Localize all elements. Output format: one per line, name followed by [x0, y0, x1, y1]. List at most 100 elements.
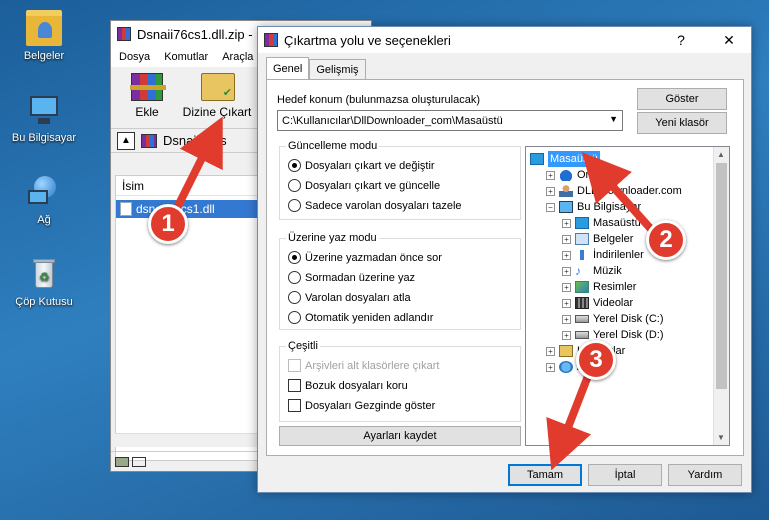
- tree-item[interactable]: + Videolar: [562, 295, 633, 311]
- desktop-icon-this-pc[interactable]: Bu Bilgisayar: [4, 92, 84, 144]
- radio-button[interactable]: [288, 199, 301, 212]
- tree-item[interactable]: + Resimler: [562, 279, 636, 295]
- desktop-icon-label: Bu Bilgisayar: [11, 132, 77, 144]
- key-icon: [132, 456, 146, 467]
- pictures-icon: [575, 281, 589, 293]
- archive-path: Dsnaii76cs: [163, 133, 227, 148]
- step-number: 1: [161, 210, 175, 237]
- destination-path-combo[interactable]: C:\Kullanıcılar\DllDownloader_com\Masaüs…: [277, 110, 623, 131]
- tab-general[interactable]: Genel: [266, 57, 310, 79]
- tree-expander[interactable]: +: [562, 234, 571, 244]
- desktop-icon-label: Çöp Kutusu: [15, 296, 73, 308]
- tree-item[interactable]: Masaüstü: [530, 151, 600, 167]
- extract-to-button-label: Dizine Çıkart: [182, 105, 252, 119]
- checkbox[interactable]: [288, 379, 301, 392]
- update-option-freshen[interactable]: Sadece varolan dosyaları tazele: [288, 199, 462, 212]
- menu-tools[interactable]: Araçla: [222, 51, 253, 63]
- show-button[interactable]: Göster: [637, 88, 727, 110]
- disk-icon: [575, 315, 589, 323]
- overwrite-mode-group: Üzerine yaz modu Üzerine yazmadan önce s…: [279, 232, 521, 330]
- save-settings-button[interactable]: Ayarları kaydet: [279, 426, 521, 446]
- recycle-bin-icon: ♻: [26, 256, 62, 292]
- tree-item-label: DLL Downloader.com: [577, 185, 682, 197]
- option-label: Arşivleri alt klasörlere çıkart: [305, 359, 440, 372]
- tree-expander[interactable]: +: [562, 298, 571, 308]
- desktop-icon-label: Belgeler: [23, 50, 65, 62]
- music-icon: ♪: [575, 264, 581, 278]
- help-button-title[interactable]: ?: [666, 29, 696, 51]
- scroll-down-icon[interactable]: ▼: [717, 433, 725, 442]
- help-button[interactable]: Yardım: [668, 464, 742, 486]
- tab-advanced[interactable]: Gelişmiş: [309, 59, 366, 79]
- menu-file[interactable]: Dosya: [119, 51, 150, 63]
- step-badge-2: 2: [646, 220, 686, 260]
- tree-vertical-scrollbar[interactable]: ▲ ▼: [713, 147, 729, 445]
- option-label: Bozuk dosyaları koru: [305, 379, 408, 392]
- tree-item[interactable]: + DLL Downloader.com: [546, 183, 682, 199]
- tree-expander[interactable]: +: [562, 282, 571, 292]
- tree-item[interactable]: + Masaüstü: [562, 215, 641, 231]
- overwrite-option-without-prompt[interactable]: Sormadan üzerine yaz: [288, 271, 415, 284]
- tree-item[interactable]: + Yerel Disk (C:): [562, 311, 664, 327]
- desktop: Belgeler Bu Bilgisayar Ağ ♻ Çöp Kutusu D…: [0, 0, 769, 520]
- tree-expander[interactable]: +: [562, 250, 571, 260]
- documents-icon: [575, 233, 589, 245]
- option-label: Dosyaları çıkart ve değiştir: [305, 159, 435, 172]
- radio-button[interactable]: [288, 251, 301, 264]
- network-icon: [26, 174, 62, 210]
- disk-icon: [575, 331, 589, 339]
- update-option-update[interactable]: Dosyaları çıkart ve güncelle: [288, 179, 440, 192]
- option-label: Sormadan üzerine yaz: [305, 271, 416, 284]
- tree-item[interactable]: + OneDrive: [546, 167, 623, 183]
- desktop-icon-documents[interactable]: Belgeler: [4, 10, 84, 62]
- overwrite-option-skip[interactable]: Varolan dosyaları atla: [288, 291, 411, 304]
- step-number: 2: [659, 226, 673, 253]
- documents-folder-icon: [26, 10, 62, 46]
- tree-expander[interactable]: −: [546, 202, 555, 212]
- tree-item[interactable]: + İndirilenler: [562, 247, 644, 263]
- radio-button[interactable]: [288, 159, 301, 172]
- cancel-button[interactable]: İptal: [588, 464, 662, 486]
- scroll-up-icon[interactable]: ▲: [717, 150, 725, 159]
- tree-item[interactable]: + Yerel Disk (D:): [562, 327, 664, 343]
- radio-button[interactable]: [288, 291, 301, 304]
- extract-to-button[interactable]: Dizine Çıkart: [179, 71, 255, 119]
- radio-button[interactable]: [288, 271, 301, 284]
- radio-button[interactable]: [288, 311, 301, 324]
- tree-expander[interactable]: +: [562, 330, 571, 340]
- desktop-icon-recycle-bin[interactable]: ♻ Çöp Kutusu: [4, 256, 84, 308]
- tree-item[interactable]: − Bu Bilgisayar: [546, 199, 641, 215]
- tree-item[interactable]: + ♪ Müzik: [562, 263, 622, 279]
- overwrite-option-rename[interactable]: Otomatik yeniden adlandır: [288, 311, 433, 324]
- ok-button[interactable]: Tamam: [508, 464, 582, 486]
- scroll-thumb[interactable]: [716, 163, 727, 389]
- add-button[interactable]: Ekle: [123, 71, 171, 119]
- tree-expander[interactable]: +: [546, 362, 555, 372]
- desktop-icon-network[interactable]: Ağ: [4, 174, 84, 226]
- tree-item[interactable]: + Belgeler: [562, 231, 633, 247]
- folder-tree: Masaüstü + OneDrive + DLL Downloader.com − Bu …: [525, 146, 730, 446]
- tree-expander[interactable]: +: [546, 346, 555, 356]
- up-folder-button[interactable]: ▲: [117, 131, 135, 150]
- new-folder-button[interactable]: Yeni klasör: [637, 112, 727, 134]
- overwrite-option-ask[interactable]: Üzerine yazmadan önce sor: [288, 251, 442, 264]
- radio-button[interactable]: [288, 179, 301, 192]
- show-button-label: Göster: [665, 93, 699, 105]
- desktop-icon: [530, 153, 544, 165]
- tree-expander[interactable]: +: [562, 314, 571, 324]
- this-pc-icon: [559, 201, 573, 213]
- misc-option-show-in-explorer[interactable]: Dosyaları Gezginde göster: [288, 399, 435, 412]
- checkbox: [288, 359, 301, 372]
- menu-commands[interactable]: Komutlar: [164, 51, 208, 63]
- update-option-replace[interactable]: Dosyaları çıkart ve değiştir: [288, 159, 435, 172]
- close-button[interactable]: ✕: [714, 29, 744, 51]
- tree-expander[interactable]: +: [562, 266, 571, 276]
- dialog-title: Çıkartma yolu ve seçenekleri: [284, 32, 451, 48]
- file-row[interactable]: dsnaii76cs1.dll: [116, 200, 266, 218]
- tree-expander[interactable]: +: [562, 218, 571, 228]
- misc-option-keep-broken[interactable]: Bozuk dosyaları koru: [288, 379, 408, 392]
- tree-expander[interactable]: +: [546, 186, 555, 196]
- extract-to-icon: [197, 71, 237, 103]
- tree-expander[interactable]: +: [546, 170, 555, 180]
- checkbox[interactable]: [288, 399, 301, 412]
